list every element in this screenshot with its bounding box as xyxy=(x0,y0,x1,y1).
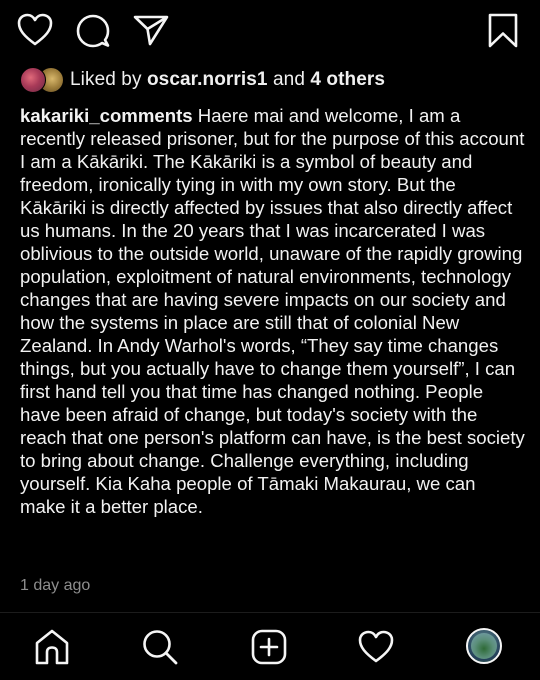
likes-text: Liked by oscar.norris1 and 4 others xyxy=(70,69,385,91)
search-icon[interactable] xyxy=(141,628,179,666)
caption-username[interactable]: kakariki_comments xyxy=(20,105,193,126)
liker-avatars xyxy=(20,67,66,93)
likes-others-link[interactable]: 4 others xyxy=(310,69,385,90)
avatar xyxy=(471,633,497,659)
liker-username-link[interactable]: oscar.norris1 xyxy=(147,69,268,90)
activity-heart-icon[interactable] xyxy=(357,629,395,665)
avatar xyxy=(20,67,46,93)
home-icon[interactable] xyxy=(33,628,71,666)
post-caption: kakariki_comments Haere mai and welcome,… xyxy=(20,104,525,518)
comment-bubble-icon[interactable] xyxy=(74,13,112,49)
add-post-icon[interactable] xyxy=(250,628,288,666)
post-timestamp: 1 day ago xyxy=(20,577,91,594)
bottom-navigation xyxy=(0,613,540,680)
post-action-bar xyxy=(0,0,540,62)
paper-plane-icon[interactable] xyxy=(132,12,170,48)
likes-prefix: Liked by xyxy=(70,69,147,90)
caption-text: Haere mai and welcome, I am a recently r… xyxy=(20,105,525,517)
likes-summary[interactable]: Liked by oscar.norris1 and 4 others xyxy=(20,66,385,94)
profile-avatar[interactable] xyxy=(466,628,502,664)
heart-outline-icon[interactable] xyxy=(16,12,54,48)
bookmark-icon[interactable] xyxy=(486,12,520,50)
likes-connector: and xyxy=(267,69,311,90)
